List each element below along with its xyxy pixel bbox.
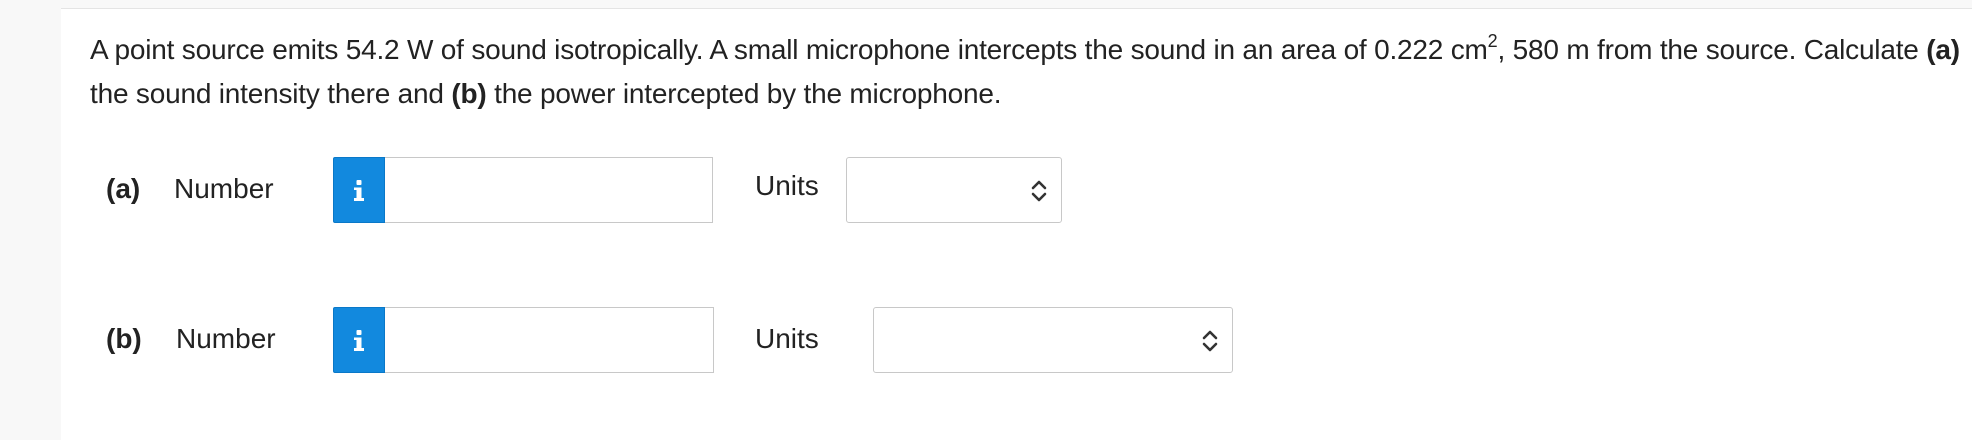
question-text-part: , 580 m from the source. Calculate bbox=[1497, 34, 1927, 65]
question-text: A point source emits 54.2 W of sound iso… bbox=[90, 28, 1960, 116]
answer-row-a: (a) Number Units bbox=[61, 157, 1961, 223]
info-icon bbox=[354, 180, 364, 201]
superscript-exponent: 2 bbox=[1487, 31, 1498, 51]
part-a-marker: (a) bbox=[1926, 34, 1960, 65]
units-label-a: Units bbox=[755, 170, 819, 201]
info-icon bbox=[354, 330, 364, 351]
info-button-a[interactable] bbox=[333, 157, 385, 223]
part-label-b: (b) bbox=[106, 323, 142, 354]
number-input-a[interactable] bbox=[385, 157, 713, 223]
number-label-b: Number bbox=[176, 323, 276, 354]
part-b-marker: (b) bbox=[451, 78, 487, 109]
answer-row-b: (b) Number Units bbox=[61, 307, 1961, 373]
question-card: A point source emits 54.2 W of sound iso… bbox=[61, 8, 1972, 440]
number-label-a: Number bbox=[174, 173, 274, 204]
info-button-b[interactable] bbox=[333, 307, 385, 373]
units-label-b: Units bbox=[755, 323, 819, 354]
question-text-part: A point source emits 54.2 W of sound iso… bbox=[90, 34, 1488, 65]
question-text-part: the power intercepted by the microphone. bbox=[486, 78, 1002, 109]
up-down-chevron-icon bbox=[1031, 180, 1047, 202]
question-text-part: the sound intensity there and bbox=[90, 78, 452, 109]
number-input-b[interactable] bbox=[385, 307, 714, 373]
up-down-chevron-icon bbox=[1202, 330, 1218, 352]
part-label-a: (a) bbox=[106, 173, 141, 204]
units-select-a[interactable] bbox=[846, 157, 1062, 223]
units-select-b[interactable] bbox=[873, 307, 1233, 373]
